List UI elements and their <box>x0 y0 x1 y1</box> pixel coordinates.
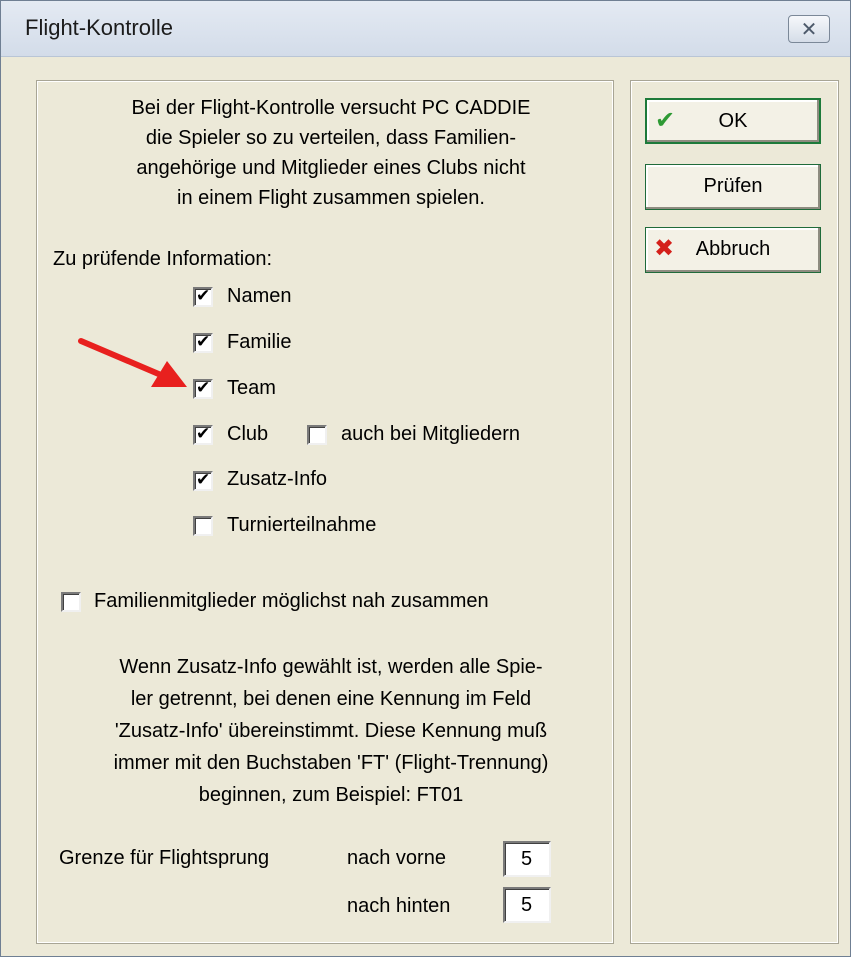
intro-line: Bei der Flight-Kontrolle versucht PC CAD… <box>131 97 531 119</box>
label-familie: Familie <box>227 331 292 353</box>
label-zusatz-info: Zusatz-Info <box>227 468 328 490</box>
intro-text: Bei der Flight-Kontrolle versucht PC CAD… <box>61 93 601 213</box>
close-icon: ✕ <box>800 19 818 41</box>
checkbox-club[interactable]: ✔ <box>193 424 213 445</box>
intro-line: angehörige und Mitglieder eines Clubs ni… <box>136 157 526 179</box>
info-line: Wenn Zusatz-Info gewählt ist, werden all… <box>119 656 543 678</box>
window-title: Flight-Kontrolle <box>25 15 173 40</box>
flightsprung-label: Grenze für Flightsprung <box>59 847 270 869</box>
checkbox-zusatz-info[interactable]: ✔ <box>193 470 213 491</box>
abbruch-button[interactable]: ✖ Abbruch <box>645 227 821 273</box>
intro-line: in einem Flight zusammen spielen. <box>177 187 485 209</box>
ok-button-label: OK <box>718 110 748 132</box>
label-turnierteilnahme: Turnierteilnahme <box>227 514 377 536</box>
label-auch-bei-mitgliedern: auch bei Mitgliedern <box>341 423 520 445</box>
checkmark-glyph: ✔ <box>196 332 211 352</box>
nach-hinten-input[interactable] <box>503 887 551 923</box>
nach-hinten-label: nach hinten <box>347 895 451 917</box>
checkbox-auch-bei-mitgliedern[interactable] <box>307 425 327 445</box>
checkbox-familienmitglieder[interactable] <box>61 592 81 612</box>
close-button[interactable]: ✕ <box>788 15 830 43</box>
checkmark-glyph: ✔ <box>196 378 211 398</box>
checkmark-glyph: ✔ <box>196 286 211 306</box>
label-familienmitglieder: Familienmitglieder möglichst nah zusamme… <box>94 590 489 612</box>
dialog-window: Flight-Kontrolle ✕ Bei der Flight-Kontro… <box>0 0 851 957</box>
info-line: ler getrennt, bei denen eine Kennung im … <box>130 688 532 710</box>
red-arrow-icon <box>78 338 187 387</box>
check-section-heading: Zu prüfende Information: <box>53 248 273 270</box>
checkmark-glyph: ✔ <box>196 424 211 444</box>
checkbox-namen[interactable]: ✔ <box>193 286 213 307</box>
intro-line: die Spieler so zu verteilen, dass Famili… <box>145 127 517 149</box>
label-namen: Namen <box>227 285 292 307</box>
label-team: Team <box>227 377 276 399</box>
checkbox-familie[interactable]: ✔ <box>193 332 213 353</box>
nach-vorne-label: nach vorne <box>347 847 446 869</box>
checkmark-glyph: ✔ <box>196 470 211 490</box>
nach-vorne-input[interactable] <box>503 841 551 877</box>
button-panel <box>630 80 839 944</box>
pruefen-button-label: Prüfen <box>703 175 763 197</box>
info-line: immer mit den Buchstaben 'FT' (Flight-Tr… <box>113 752 549 774</box>
info-line: 'Zusatz-Info' übereinstimmt. Diese Kennu… <box>114 720 548 742</box>
pruefen-button[interactable]: Prüfen <box>645 164 821 210</box>
zusatz-info-explanation: Wenn Zusatz-Info gewählt ist, werden all… <box>61 651 601 811</box>
info-line: beginnen, zum Beispiel: FT01 <box>198 784 464 806</box>
ok-button[interactable]: ✔ OK <box>645 98 821 144</box>
label-club: Club <box>227 423 269 445</box>
abbruch-button-label: Abbruch <box>695 238 771 260</box>
title-bar: Flight-Kontrolle ✕ <box>1 1 850 57</box>
checkbox-turnierteilnahme[interactable] <box>193 516 213 536</box>
checkbox-team[interactable]: ✔ <box>193 378 213 399</box>
